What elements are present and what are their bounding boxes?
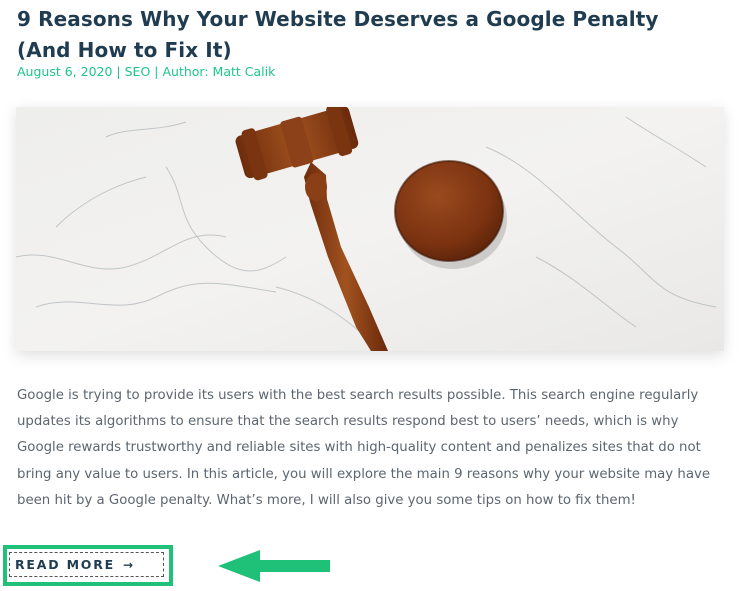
featured-image[interactable]	[16, 107, 724, 351]
post-meta: August 6, 2020 | SEO | Author: Matt Cali…	[17, 64, 275, 79]
read-more-label: READ MORE	[15, 557, 115, 572]
post-category[interactable]: SEO	[125, 64, 151, 79]
read-more-button[interactable]: READ MORE →	[9, 552, 164, 577]
post-excerpt: Google is trying to provide its users wi…	[17, 388, 711, 508]
meta-separator: |	[154, 64, 159, 79]
annotation-arrow-icon	[218, 550, 330, 582]
post-author[interactable]: Author: Matt Calik	[162, 64, 275, 79]
meta-separator: |	[116, 64, 121, 79]
post-title[interactable]: 9 Reasons Why Your Website Deserves a Go…	[17, 4, 717, 66]
gavel-image	[16, 107, 724, 351]
arrow-right-icon: →	[123, 557, 134, 572]
post-date: August 6, 2020	[17, 64, 113, 79]
